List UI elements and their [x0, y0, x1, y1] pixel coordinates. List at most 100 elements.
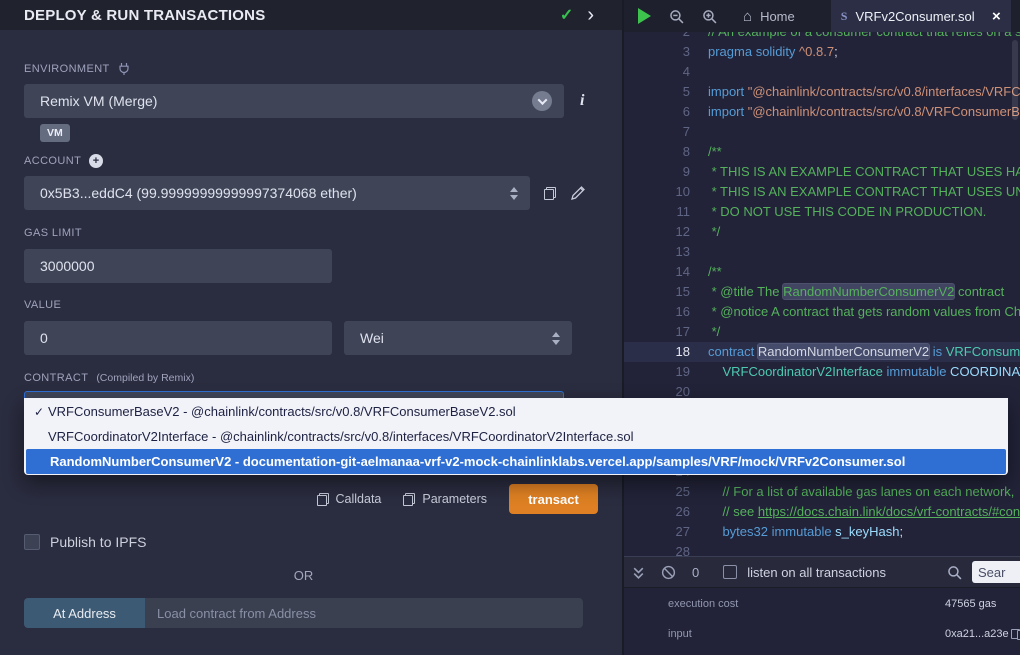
contract-option-label: VRFCoordinatorV2Interface - @chainlink/c… — [48, 429, 633, 444]
zoom-in-icon[interactable] — [702, 9, 717, 24]
value-unit-select[interactable]: Wei — [344, 321, 572, 355]
code-line: 19 VRFCoordinatorV2Interface immutable C… — [624, 362, 1020, 382]
code-editor[interactable]: 2// An example of a consumer contract th… — [624, 32, 1020, 556]
copy-account-icon[interactable] — [544, 187, 556, 200]
code-line: 28 — [624, 542, 1020, 556]
code-line: 13 — [624, 242, 1020, 262]
environment-label: ENVIRONMENT — [24, 63, 110, 75]
line-number: 16 — [624, 302, 700, 322]
contract-option[interactable]: VRFCoordinatorV2Interface - @chainlink/c… — [24, 424, 1008, 449]
line-content: contract RandomNumberConsumerV2 is VRFCo… — [708, 342, 1020, 362]
line-content: * @notice A contract that gets random va… — [708, 302, 1020, 322]
terminal-row: execution cost47565 gas — [668, 598, 1020, 610]
code-line: 3pragma solidity ^0.8.7; — [624, 42, 1020, 62]
line-content: /** — [708, 142, 722, 162]
line-number: 28 — [624, 542, 700, 556]
zoom-out-icon[interactable] — [669, 9, 684, 24]
calldata-label: Calldata — [336, 492, 382, 506]
publish-row: Publish to IPFS — [24, 534, 598, 550]
copy-icon[interactable] — [1017, 629, 1020, 640]
line-content: * THIS IS AN EXAMPLE CONTRACT THAT USES … — [708, 182, 1020, 202]
code-line: 7 — [624, 122, 1020, 142]
line-number: 15 — [624, 282, 700, 302]
at-address-button[interactable]: At Address — [24, 598, 145, 628]
line-number: 2 — [624, 32, 700, 42]
contract-option[interactable]: RandomNumberConsumerV2 - documentation-g… — [26, 449, 1006, 474]
expand-terminal-icon[interactable] — [632, 565, 645, 580]
at-address-input[interactable] — [145, 598, 583, 628]
code-line: 4 — [624, 62, 1020, 82]
contract-label: CONTRACT — [24, 372, 88, 384]
line-content: pragma solidity ^0.8.7; — [708, 42, 838, 62]
line-number: 27 — [624, 522, 700, 542]
listen-all-transactions-checkbox[interactable] — [723, 565, 737, 579]
tab-file-label: VRFv2Consumer.sol — [855, 9, 974, 24]
value-input[interactable] — [24, 321, 332, 355]
editor-scrollbar[interactable] — [1012, 40, 1018, 120]
tab-home-label: Home — [760, 9, 795, 24]
code-line: 9 * THIS IS AN EXAMPLE CONTRACT THAT USE… — [624, 162, 1020, 182]
home-icon: ⌂ — [743, 9, 752, 24]
code-line: 15 * @title The RandomNumberConsumerV2 c… — [624, 282, 1020, 302]
remix-ide-window: DEPLOY & RUN TRANSACTIONS ✓ › ENVIRONMEN… — [0, 0, 1020, 655]
code-line: 11 * DO NOT USE THIS CODE IN PRODUCTION. — [624, 202, 1020, 222]
terminal-row-value: 0xa21...a23e — [945, 628, 1009, 640]
account-select[interactable]: 0x5B3...eddC4 (99.99999999999997374068 e… — [24, 176, 530, 210]
info-icon[interactable]: i — [580, 92, 584, 110]
deploy-run-panel: DEPLOY & RUN TRANSACTIONS ✓ › ENVIRONMEN… — [0, 0, 624, 655]
transact-button[interactable]: transact — [509, 484, 598, 514]
line-number: 17 — [624, 322, 700, 342]
environment-selector-icon[interactable] — [532, 91, 552, 111]
code-line: 2// An example of a consumer contract th… — [624, 32, 1020, 42]
edit-account-icon[interactable] — [570, 185, 586, 201]
line-content: */ — [708, 222, 720, 242]
or-divider: OR — [24, 568, 583, 583]
gas-limit-input[interactable] — [24, 249, 332, 283]
chevron-right-icon[interactable]: › — [587, 5, 594, 25]
contract-label-row: CONTRACT (Compiled by Remix) — [24, 371, 598, 385]
line-number: 18 — [624, 342, 700, 362]
solidity-file-icon: S — [841, 9, 848, 24]
publish-ipfs-checkbox[interactable] — [24, 534, 40, 550]
tab-vrfv2consumer[interactable]: S VRFv2Consumer.sol × — [831, 0, 1011, 32]
environment-select[interactable]: Remix VM (Merge) — [24, 84, 564, 118]
terminal-output: execution cost47565 gas input0xa21...a23e — [624, 588, 1020, 655]
terminal-search-input[interactable] — [972, 561, 1020, 583]
code-lines: 2// An example of a consumer contract th… — [624, 32, 1020, 556]
editor-toolbar: ⌂ Home S VRFv2Consumer.sol × — [624, 0, 1020, 32]
tab-home[interactable]: ⌂ Home — [733, 0, 805, 32]
copy-calldata-button[interactable]: Calldata — [317, 492, 382, 506]
line-content: * THIS IS AN EXAMPLE CONTRACT THAT USES … — [708, 162, 1020, 182]
code-line: 26 // see https://docs.chain.link/docs/v… — [624, 502, 1020, 522]
copy-icon — [317, 493, 329, 506]
listen-all-transactions-label: listen on all transactions — [747, 565, 886, 580]
code-line: 10 * THIS IS AN EXAMPLE CONTRACT THAT US… — [624, 182, 1020, 202]
line-number: 19 — [624, 362, 700, 382]
line-content: * DO NOT USE THIS CODE IN PRODUCTION. — [708, 202, 986, 222]
parameters-label: Parameters — [422, 492, 487, 506]
terminal-row-key: input — [668, 628, 945, 640]
close-tab-icon[interactable]: × — [992, 9, 1001, 24]
line-content: // For a list of available gas lanes on … — [708, 482, 1014, 502]
deploy-action-row: Calldata Parameters transact — [24, 484, 598, 514]
value-unit: Wei — [360, 330, 384, 346]
code-line: 18 contract RandomNumberConsumerV2 is VRF… — [624, 342, 1020, 362]
value-label: VALUE — [24, 298, 598, 312]
line-number: 10 — [624, 182, 700, 202]
code-line: 17 */ — [624, 322, 1020, 342]
code-line: 16 * @notice A contract that gets random… — [624, 302, 1020, 322]
line-number: 26 — [624, 502, 700, 522]
terminal-toolbar: 0 listen on all transactions — [624, 556, 1020, 588]
line-content: import "@chainlink/contracts/src/v0.8/in… — [708, 82, 1020, 102]
search-icon[interactable] — [947, 565, 962, 580]
plus-circle-icon[interactable]: + — [89, 154, 103, 168]
run-script-icon[interactable] — [638, 8, 651, 24]
at-address-row: At Address — [24, 598, 583, 628]
copy-parameters-button[interactable]: Parameters — [403, 492, 487, 506]
contract-option[interactable]: ✓VRFConsumerBaseV2 - @chainlink/contract… — [24, 399, 1008, 424]
clear-console-icon[interactable] — [661, 565, 676, 580]
line-number: 9 — [624, 162, 700, 182]
select-stepper-icon — [510, 187, 518, 200]
code-line: 25 // For a list of available gas lanes … — [624, 482, 1020, 502]
account-label: ACCOUNT — [24, 155, 81, 167]
